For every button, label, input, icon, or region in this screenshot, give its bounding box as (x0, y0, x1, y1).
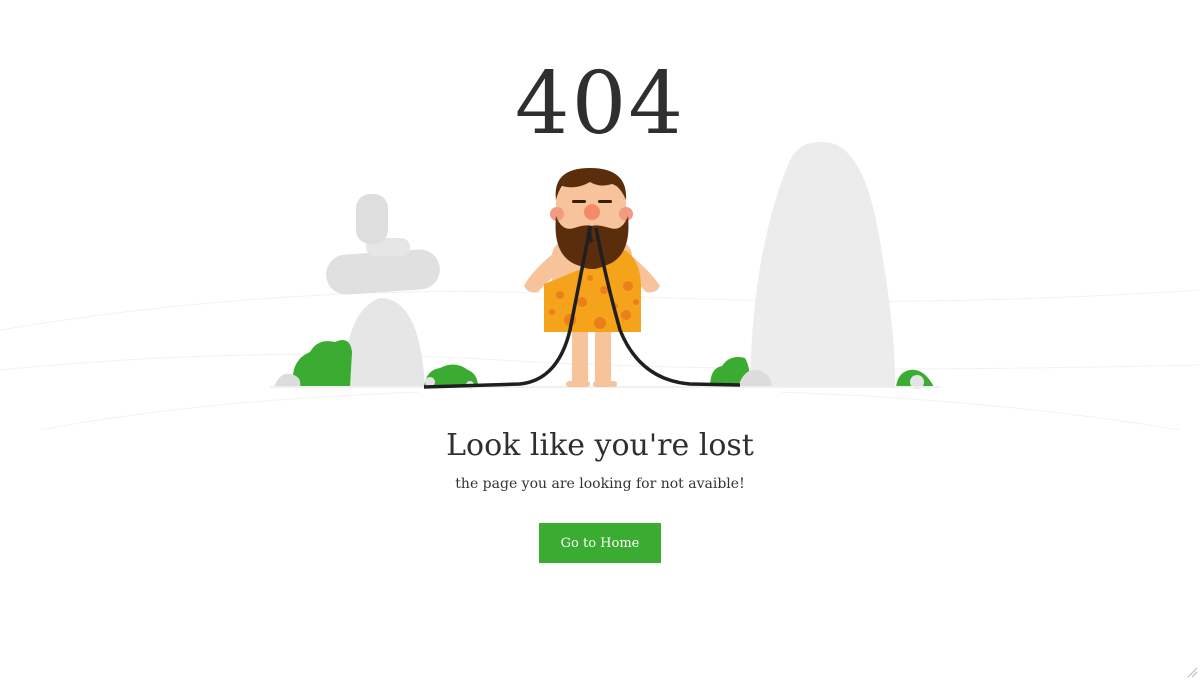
lost-heading: Look like you're lost (446, 428, 754, 463)
caveman-illustration (0, 141, 1200, 430)
resize-grip-icon[interactable] (1186, 666, 1198, 678)
lost-message: the page you are looking for not avaible… (455, 476, 745, 492)
caveman-figure (524, 168, 660, 387)
error-page: 404 Look like you're lost the page you a… (0, 0, 1200, 680)
go-home-button[interactable]: Go to Home (539, 523, 661, 563)
tall-rock (750, 141, 896, 387)
